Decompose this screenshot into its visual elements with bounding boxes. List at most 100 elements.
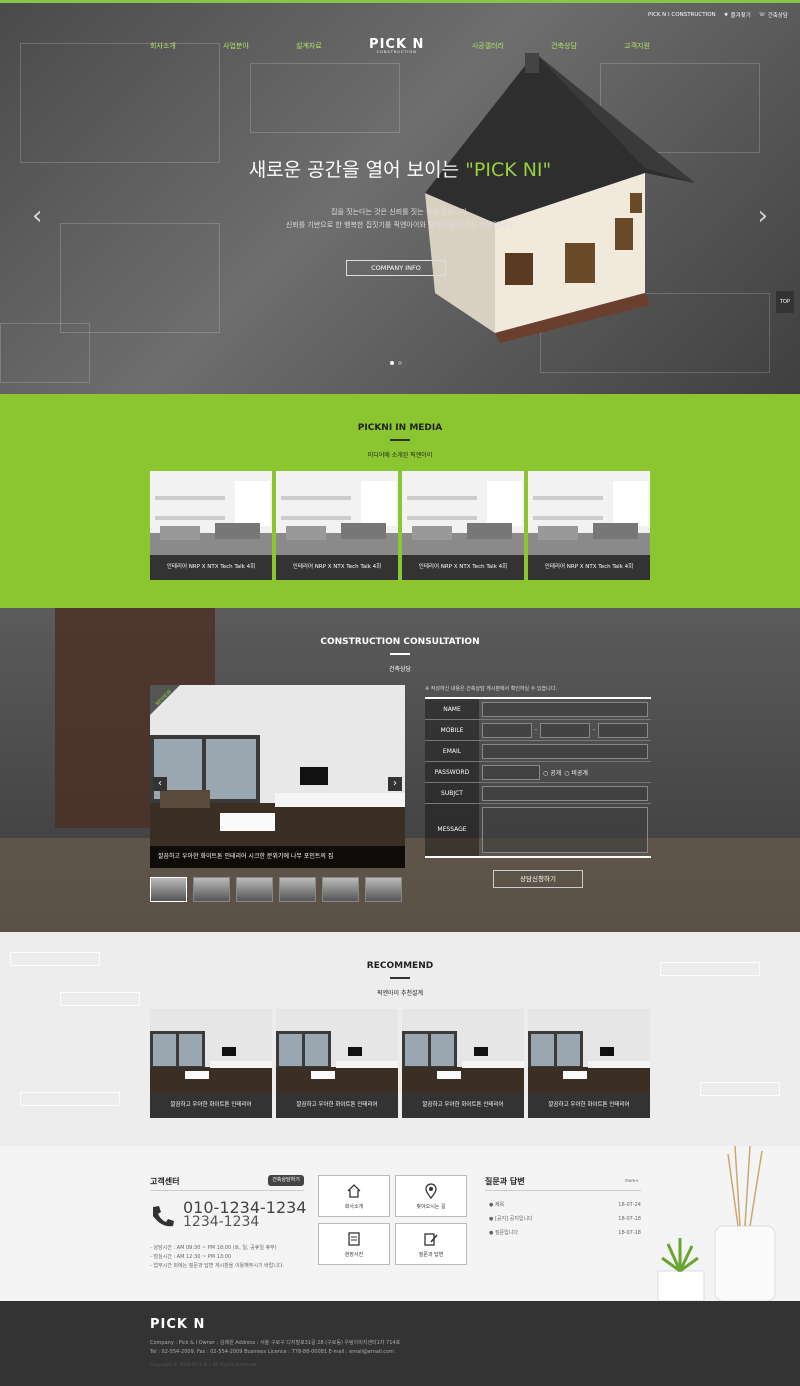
recommend-thumbnail — [150, 1009, 272, 1093]
nav-item-gallery[interactable]: 시공갤러리 — [472, 41, 504, 51]
media-card[interactable]: 인테리어 NRP X NTX Tech Talk 4회 — [276, 471, 398, 580]
media-card[interactable]: 인테리어 NRP X NTX Tech Talk 4회 — [402, 471, 524, 580]
qna-item-title: ● [공지] 공지입니다 — [489, 1216, 533, 1222]
media-caption: 인테리어 NRP X NTX Tech Talk 4회 — [544, 564, 634, 570]
gallery-thumb[interactable] — [150, 877, 187, 902]
footer-contact: Tel : 02-554-2009, Fax : 02-554-2009 Bus… — [150, 1349, 394, 1355]
qna-more-link[interactable]: more+ — [625, 1178, 639, 1183]
footer-logo: PICK N — [150, 1317, 206, 1332]
recommend-caption: 깔끔하고 우아한 화이트톤 인테리어 — [548, 1102, 630, 1108]
hero-title-text: 새로운 공간을 열어 보이는 — [248, 159, 466, 181]
consult-link[interactable]: ☏ 건축상담 — [759, 11, 788, 19]
recommend-card[interactable]: 깔끔하고 우아한 화이트톤 인테리어 — [150, 1009, 272, 1118]
slide-indicators — [390, 361, 402, 365]
gallery-thumb[interactable] — [365, 877, 402, 902]
quick-link-directions[interactable]: 찾아오시는 길 — [395, 1175, 467, 1217]
recommend-section: RECOMMEND 픽엔아이 추천설계 깔끔하고 우아한 화이트톤 인테리어 깔… — [0, 932, 800, 1146]
recommend-card[interactable]: 깔끔하고 우아한 화이트톤 인테리어 — [402, 1009, 524, 1118]
cs-hours-line: - 상담시간 : AM 09:30 ~ PM 18:00 (토, 일, 공휴일 … — [150, 1245, 277, 1251]
consult-note: ※ 작성하신 내용은 건축상담 게시판에서 확인하실 수 있습니다. — [425, 686, 557, 692]
mobile-input-1[interactable] — [482, 722, 532, 738]
email-input[interactable] — [482, 743, 648, 759]
consult-submit-button[interactable]: 상담신청하기 — [493, 870, 583, 888]
gallery-next-icon[interactable]: › — [388, 777, 402, 791]
qna-item[interactable]: ● [공지] 공지입니다 18-07-18 — [489, 1212, 641, 1226]
consult-subtitle: 건축상담 — [388, 666, 412, 673]
quick-link-qna[interactable]: 질문과 답변 — [395, 1223, 467, 1265]
qna-item[interactable]: ● 제목 18-07-24 — [489, 1198, 641, 1212]
mobile-dash: - — [534, 726, 538, 734]
cs-consult-button[interactable]: 건축상담하기 — [268, 1175, 304, 1186]
media-thumbnail — [402, 471, 524, 555]
nav-item-support[interactable]: 고객지원 — [624, 41, 650, 51]
recommend-card[interactable]: 깔끔하고 우아한 화이트톤 인테리어 — [276, 1009, 398, 1118]
quick-link-label: 현장사진 — [344, 1252, 364, 1258]
media-caption: 인테리어 NRP X NTX Tech Talk 4회 — [166, 564, 256, 570]
gallery-caption: 깔끔하고 우아한 화이트톤 인테리어 시크한 분위기에 나무 포인트의 집 — [150, 846, 405, 868]
gallery-thumb[interactable] — [279, 877, 316, 902]
gallery-thumb[interactable] — [193, 877, 230, 902]
private-label: 비공개 — [571, 769, 588, 777]
hero-title: 새로운 공간을 열어 보이는 "PICK NI" — [0, 155, 800, 182]
document-icon — [348, 1232, 360, 1246]
phone-icon — [153, 1206, 174, 1227]
subject-label: SUBJCT — [425, 783, 479, 803]
media-title: PICKNI IN MEDIA — [357, 423, 443, 433]
public-radio[interactable]: ○ 공개 — [543, 768, 561, 777]
scroll-top-button[interactable]: TOP — [776, 291, 794, 313]
gallery-prev-icon[interactable]: ‹ — [153, 777, 167, 791]
recommend-caption: 깔끔하고 우아한 화이트톤 인테리어 — [296, 1102, 378, 1108]
nav-item-consult[interactable]: 건축상담 — [551, 41, 577, 51]
cs-hours-line: - 업무시간 외에는 질문과 답변 게시판을 이용해주시기 바랍니다. — [150, 1263, 285, 1269]
bookmark-link[interactable]: ★ 즐겨찾기 — [724, 11, 751, 19]
consult-form: NAME MOBILE - - EMAIL PASSWORD ○ 공개 ○ 비공개 SU… — [425, 697, 651, 858]
title-divider — [390, 653, 410, 655]
password-input[interactable] — [482, 764, 540, 780]
nav-item-company[interactable]: 회사소개 — [150, 41, 176, 51]
footer-address: Company : Pick & I Owner : 김제원 Address :… — [150, 1340, 401, 1346]
edit-icon — [424, 1233, 438, 1246]
hero-section: PICK N I CONSTRUCTION ★ 즐겨찾기 ☏ 건축상담 회사소개 사… — [0, 3, 800, 394]
qna-item[interactable]: ● 질문입니다 18-07-18 — [489, 1226, 641, 1240]
mobile-input-2[interactable] — [540, 722, 590, 738]
footer-copyright: Copyright © 2018 PICK N I. All Rights Re… — [150, 1363, 258, 1368]
logo[interactable]: PICK N CONSTRUCTION — [369, 38, 424, 55]
subject-input[interactable] — [482, 785, 648, 801]
slide-dot[interactable] — [390, 361, 394, 365]
title-divider — [390, 977, 410, 979]
info-section: 고객센터 건축상담하기 010-1234-1234 1234-1234 - 상담… — [0, 1146, 800, 1301]
recommend-thumbnail — [402, 1009, 524, 1093]
qna-title: 질문과 답변 — [485, 1177, 525, 1186]
slide-dot[interactable] — [398, 361, 402, 365]
gallery-thumb[interactable] — [322, 877, 359, 902]
quick-link-site-photos[interactable]: 현장사진 — [318, 1223, 390, 1265]
gallery-thumb[interactable] — [236, 877, 273, 902]
message-textarea[interactable] — [482, 807, 648, 853]
qna-divider — [485, 1190, 641, 1191]
quick-link-label: 질문과 답변 — [418, 1252, 444, 1258]
media-card[interactable]: 인테리어 NRP X NTX Tech Talk 4회 — [528, 471, 650, 580]
qna-item-title: ● 제목 — [489, 1202, 505, 1208]
quick-link-company[interactable]: 회사소개 — [318, 1175, 390, 1217]
house-model-image — [425, 53, 695, 343]
home-icon — [347, 1184, 361, 1198]
nav-item-business[interactable]: 사업분야 — [223, 41, 249, 51]
name-input[interactable] — [482, 701, 648, 717]
company-info-button[interactable]: COMPANY INFO — [346, 260, 446, 276]
cs-hours-line: - 점심시간 : AM 12:30 ~ PM 13:00 — [150, 1254, 232, 1260]
media-card[interactable]: 인테리어 NRP X NTX Tech Talk 4회 — [150, 471, 272, 580]
prev-slide-icon[interactable]: ‹ — [32, 201, 42, 231]
quick-link-label: 회사소개 — [344, 1204, 364, 1210]
private-radio[interactable]: ○ 비공개 — [564, 768, 588, 777]
next-slide-icon[interactable]: › — [758, 201, 768, 231]
review-gallery: REVIEW ‹ › 깔끔하고 우아한 화이트톤 인테리어 시크한 분위기에 나… — [150, 685, 405, 868]
title-divider — [390, 439, 410, 441]
footer: PICK N Company : Pick & I Owner : 김제원 Ad… — [0, 1301, 800, 1386]
nav-item-design[interactable]: 설계자료 — [296, 41, 322, 51]
mobile-input-3[interactable] — [598, 722, 648, 738]
company-link[interactable]: PICK N I CONSTRUCTION — [648, 11, 716, 19]
public-label: 공개 — [550, 769, 562, 777]
name-label: NAME — [425, 699, 479, 719]
recommend-card[interactable]: 깔끔하고 우아한 화이트톤 인테리어 — [528, 1009, 650, 1118]
utility-nav: PICK N I CONSTRUCTION ★ 즐겨찾기 ☏ 건축상담 — [648, 11, 788, 19]
